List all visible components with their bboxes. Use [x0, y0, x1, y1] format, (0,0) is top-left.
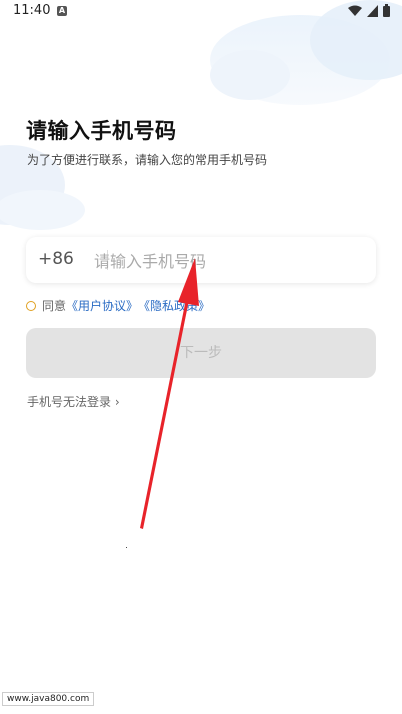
user-agreement-link[interactable]: 《用户协议》 [66, 297, 138, 314]
battery-icon [383, 4, 390, 17]
notification-app-icon: A [57, 6, 67, 16]
wifi-icon [348, 5, 362, 16]
arrow-shaft [140, 289, 191, 529]
agreement-row: 同意 《用户协议》 《隐私政策》 [26, 297, 210, 314]
agree-checkbox[interactable] [26, 300, 36, 311]
chevron-right-icon: › [114, 395, 120, 409]
page-title: 请输入手机号码 [26, 119, 177, 143]
phone-number-input[interactable] [92, 245, 366, 277]
phone-input-box: +86 [26, 237, 376, 283]
status-time: 11:40 [13, 3, 51, 18]
cannot-login-link[interactable]: 手机号无法登录 › [27, 393, 120, 410]
agree-prefix: 同意 [42, 299, 67, 313]
dot [126, 547, 127, 548]
country-code[interactable]: +86 [38, 249, 74, 269]
status-icons [348, 4, 390, 17]
signal-icon [367, 4, 378, 17]
privacy-policy-link[interactable]: 《隐私政策》 [138, 297, 210, 314]
cannot-login-label: 手机号无法登录 [27, 395, 112, 409]
page-subtitle: 为了方便进行联系，请输入您的常用手机号码 [27, 153, 268, 167]
status-bar: 11:40 A [0, 0, 402, 24]
next-step-button[interactable]: 下一步 [26, 328, 376, 378]
watermark: www.java800.com [2, 692, 95, 706]
login-screen: 11:40 A 请输入手机号码 为了方便进行联系，请输入您的常用手机号码 +86… [0, 0, 402, 714]
